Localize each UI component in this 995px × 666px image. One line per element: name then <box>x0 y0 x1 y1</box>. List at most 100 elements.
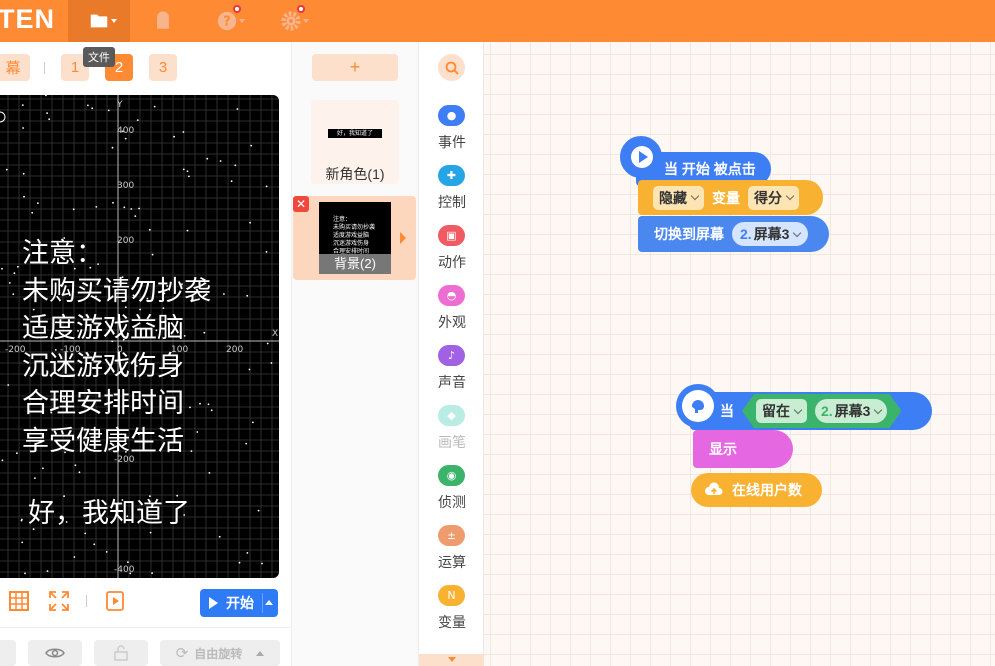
notice-line: 适度游戏益脑 <box>22 313 184 344</box>
show-block[interactable]: 显示 <box>693 430 793 468</box>
file-menu-button[interactable] <box>68 0 130 42</box>
y-tick: 400 <box>117 126 135 136</box>
screen-tab-3[interactable]: 3 <box>149 54 177 81</box>
cloud-upload-icon <box>705 482 723 495</box>
category-label: 画笔 <box>438 434 466 450</box>
online-users-block[interactable]: 在线用户数 <box>691 473 822 507</box>
sprite-name: 新角色(1) <box>325 166 385 182</box>
delete-icon[interactable]: ✕ <box>293 196 309 212</box>
notification-dot <box>233 5 241 13</box>
category-5[interactable]: ◆ 画笔 <box>419 405 485 465</box>
start-options-icon[interactable] <box>265 600 273 605</box>
category-1[interactable]: ✚ 控制 <box>419 165 485 225</box>
block-label: 当 <box>720 403 734 419</box>
switch-screen-block[interactable]: 切换到屏幕 2. 屏幕3 <box>638 216 829 252</box>
category-label: 声音 <box>438 374 466 390</box>
category-label: 事件 <box>438 134 466 150</box>
category-6[interactable]: ◉ 侦测 <box>419 465 485 525</box>
notice-line: 合理安排时间 <box>22 388 184 419</box>
confirm-sprite[interactable]: 好，我知道了 <box>28 491 190 530</box>
file-tooltip: 文件 <box>83 47 115 67</box>
chevron-down-icon <box>690 191 700 201</box>
screen-dropdown[interactable]: 2. 屏幕3 <box>732 222 809 246</box>
background-name: 背景(2) <box>319 254 391 274</box>
screen-number: 2. <box>821 403 833 419</box>
record-icon[interactable] <box>104 590 126 612</box>
chevron-down-icon <box>874 405 882 413</box>
lock-button[interactable] <box>94 640 148 666</box>
category-label: 运算 <box>438 554 466 570</box>
hide-variable-block[interactable]: 隐藏 变量 得分 <box>638 180 823 215</box>
category-8[interactable]: N 变量 <box>419 585 485 645</box>
y-tick: -400 <box>114 565 135 575</box>
divider <box>86 595 87 607</box>
code-workspace[interactable]: 当 开始 被点击 隐藏 变量 得分 切换到屏幕 2. 屏幕3 当 留在 2. 屏… <box>484 42 995 666</box>
divider <box>44 62 45 74</box>
backpack-icon <box>157 11 169 29</box>
dropdown-value: 留在 <box>762 403 790 419</box>
start-button[interactable]: 开始 <box>200 589 278 617</box>
hide-dropdown[interactable]: 隐藏 <box>653 185 704 210</box>
category-3[interactable]: ◓ 外观 <box>419 285 485 345</box>
chevron-down-icon <box>794 405 802 413</box>
thumbnail-line: 注意： <box>333 216 352 223</box>
block-label: 变量 <box>712 189 740 206</box>
fullscreen-icon[interactable] <box>48 590 70 612</box>
visibility-button[interactable] <box>28 640 82 666</box>
help-icon: ? <box>217 11 237 31</box>
top-bar: TEN ? <box>0 0 995 42</box>
y-axis-label: Y <box>117 100 123 110</box>
condition-hexagon[interactable]: 留在 2. 屏幕3 <box>742 394 901 428</box>
block-label: 在线用户数 <box>732 482 802 498</box>
category-4[interactable]: ♪ 声音 <box>419 345 485 405</box>
rotation-mode-label: 自由旋转 <box>194 646 243 661</box>
lock-icon <box>114 645 128 661</box>
x-axis-label: X <box>272 329 279 339</box>
category-icon: ◓ <box>438 285 465 306</box>
sprite-card[interactable]: 好，我知道了 新角色(1) <box>311 100 399 184</box>
help-menu-button[interactable]: ? <box>196 0 258 42</box>
category-icon: ◆ <box>438 405 465 426</box>
app-logo: TEN <box>0 4 55 34</box>
play-triangle <box>639 151 648 163</box>
backpack-button[interactable] <box>132 0 194 42</box>
scroll-down-button[interactable] <box>419 654 485 666</box>
notice-line: 注意： <box>22 238 103 269</box>
block-label: 切换到屏幕 <box>654 226 724 242</box>
chevron-up-icon <box>256 650 265 656</box>
add-sprite-button[interactable]: + <box>312 54 398 81</box>
notification-dot <box>297 5 305 13</box>
play-icon <box>209 597 218 609</box>
background-card[interactable]: 注意： 未购买请勿抄袭 适度游戏益脑 沉迷游戏伤身 合理安排时间 背景(2) ✕ <box>293 196 416 280</box>
divider <box>0 627 291 628</box>
category-7[interactable]: ± 运算 <box>419 525 485 585</box>
sprite-panel: + 好，我知道了 新角色(1) 注意： 未购买请勿抄袭 适度游戏益脑 沉迷游戏伤… <box>291 42 417 666</box>
category-label: 变量 <box>438 614 466 630</box>
search-button[interactable] <box>438 54 465 81</box>
variable-dropdown[interactable]: 得分 <box>748 185 799 210</box>
property-button[interactable] <box>0 640 16 666</box>
gear-icon <box>281 11 301 31</box>
screen-dropdown[interactable]: 2. 屏幕3 <box>815 399 887 423</box>
category-icon: ✚ <box>438 165 465 186</box>
stage-canvas[interactable]: Y X 400 300 200 -200 -400 -200 -100 0 10… <box>0 95 279 578</box>
notice-line: 沉迷游戏伤身 <box>22 350 184 382</box>
category-0[interactable]: ● 事件 <box>419 105 485 165</box>
category-icon: ▣ <box>438 225 465 246</box>
category-2[interactable]: ▣ 动作 <box>419 225 485 285</box>
when-stay-on-screen-block[interactable]: 当 留在 2. 屏幕3 <box>676 384 932 430</box>
grid-toggle-icon[interactable] <box>8 590 30 612</box>
notice-line: 享受健康生活 <box>22 425 184 457</box>
sprite-thumbnail: 好，我知道了 <box>328 129 382 138</box>
dropdown-value: 隐藏 <box>659 189 687 206</box>
dropdown-value: 屏幕3 <box>753 226 790 242</box>
screen-tab-previous[interactable]: 幕 <box>0 54 30 81</box>
category-icon: ± <box>438 525 465 546</box>
settings-menu-button[interactable] <box>260 0 322 42</box>
chevron-right-icon[interactable] <box>400 232 406 244</box>
search-icon <box>445 61 459 75</box>
start-label: 开始 <box>226 595 254 611</box>
category-label: 控制 <box>438 194 466 210</box>
stay-dropdown[interactable]: 留在 <box>756 399 807 423</box>
rotation-mode-select[interactable]: ⟳ 自由旋转 <box>160 640 280 666</box>
